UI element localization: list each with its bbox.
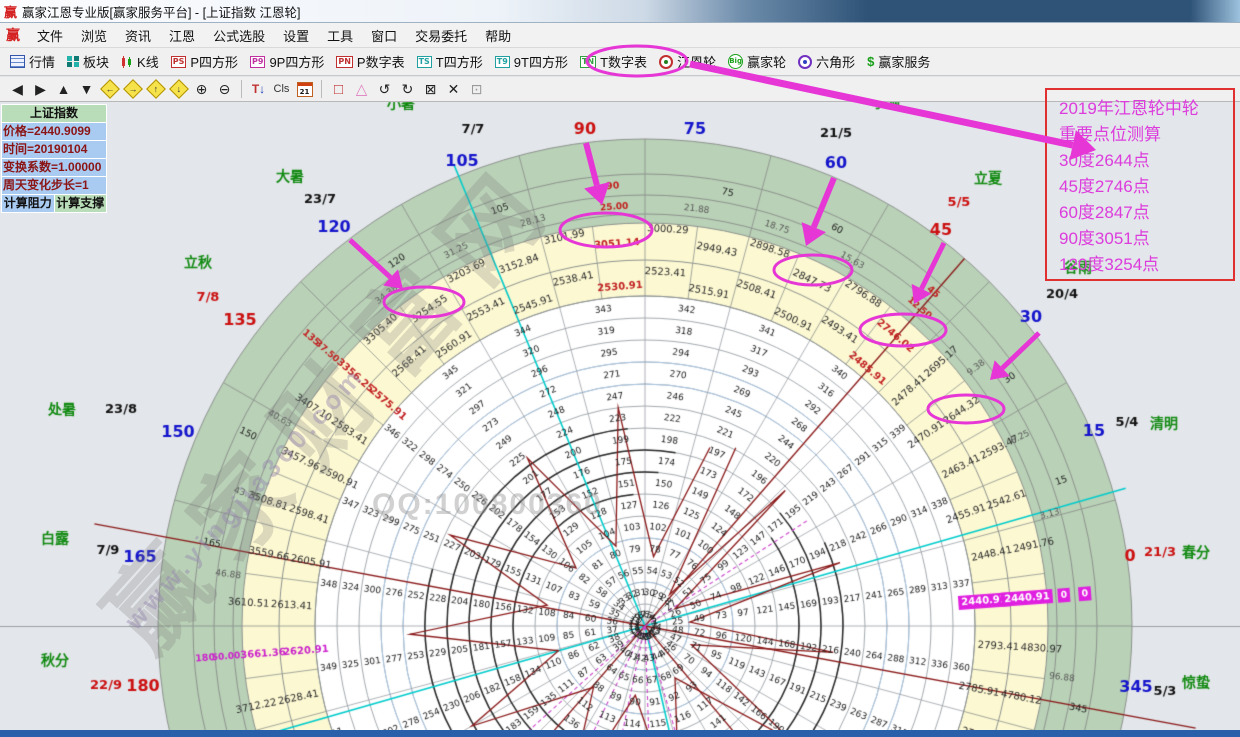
- toolbar-button-label: P数字表: [357, 52, 405, 71]
- toolbar-button-dollar[interactable]: $ 赢家服务: [861, 50, 936, 74]
- menu-item[interactable]: 文件: [28, 26, 72, 45]
- toolbar-button-badge[interactable]: T9 9T四方形: [489, 50, 574, 74]
- toolbar-button-label: 9P四方形: [269, 52, 324, 71]
- app-logo-icon: 赢: [4, 2, 17, 21]
- panel-value-row: 价格=2440.9099: [2, 123, 106, 140]
- annotation-line: 45度2746点: [1059, 174, 1233, 200]
- toolbar-button-gann-wheel-target[interactable]: 江恩轮: [653, 50, 722, 74]
- zoom-out-button[interactable]: ⊖: [213, 79, 236, 99]
- app-window: 赢家财富网 www.yingjia360.com QQ:100800360 赢 …: [0, 0, 1240, 737]
- annotation-line: 重要点位测算: [1059, 122, 1233, 148]
- badge-icon: P9: [250, 56, 265, 68]
- menu-item[interactable]: 江恩: [160, 26, 204, 45]
- toolbar-button-badge[interactable]: P9 9P四方形: [244, 50, 330, 74]
- menu-item[interactable]: 浏览: [72, 26, 116, 45]
- pan-up-button[interactable]: ↑: [144, 79, 167, 99]
- nav-up-button[interactable]: ▲: [52, 79, 75, 99]
- calendar-button[interactable]: 21: [293, 79, 316, 99]
- annotation-line: 2019年江恩轮中轮: [1059, 96, 1233, 122]
- title-bar: 赢 赢家江恩专业版[赢家服务平台] - [上证指数 江恩轮]: [0, 0, 1240, 23]
- sector-blocks-icon: [67, 56, 79, 67]
- panel-value-row: 变换系数=1.00000: [2, 159, 106, 176]
- nav-prev-button[interactable]: ◀: [6, 79, 29, 99]
- toolbar-button-badge[interactable]: TS T四方形: [411, 50, 489, 74]
- menu-logo-icon: 赢: [6, 25, 20, 45]
- calc-support-button[interactable]: 计算支撑: [55, 195, 107, 212]
- winner-wheel-icon: Big: [728, 54, 743, 69]
- menu-item[interactable]: 交易委托: [406, 26, 476, 45]
- toolbar-button-sector-blocks[interactable]: 板块: [61, 50, 115, 74]
- menu-item[interactable]: 公式选股: [204, 26, 274, 45]
- toolbar-button-badge[interactable]: PSP四方形: [165, 50, 244, 74]
- annotation-line: 60度2847点: [1059, 200, 1233, 226]
- badge-icon: T9: [495, 56, 510, 68]
- toolbar-button-label: 板块: [83, 52, 109, 71]
- index-info-panel: 上证指数 价格=2440.9099时间=20190104变换系数=1.00000…: [1, 104, 107, 213]
- annotation-line: 30度2644点: [1059, 148, 1233, 174]
- toolbar-button-kline-candles[interactable]: K线: [115, 50, 165, 74]
- toolbar-button-label: 江恩轮: [677, 52, 716, 71]
- rotate-cw-button[interactable]: ↻: [396, 79, 419, 99]
- toolbar-button-label: P四方形: [190, 52, 238, 71]
- toolbar-button-label: 六角形: [816, 52, 855, 71]
- toolbar-button-label: T四方形: [436, 52, 483, 71]
- main-toolbar: 行情 板块 K线 PSP四方形 P9 9P四方形 PN P数字表 TS T四方形 T9 9T四方形 TN…: [0, 48, 1240, 76]
- badge-icon: TS: [417, 56, 432, 68]
- pan-right-button[interactable]: →: [121, 79, 144, 99]
- toolbar-separator: [321, 80, 322, 98]
- menu-bar: 赢 文件浏览资讯江恩公式选股设置工具窗口交易委托帮助: [0, 23, 1240, 48]
- panel-value-row: 时间=20190104: [2, 141, 106, 158]
- zoom-in-button[interactable]: ⊕: [190, 79, 213, 99]
- toolbar-button-hexagon-target[interactable]: 六角形: [792, 50, 861, 74]
- menu-item[interactable]: 窗口: [362, 26, 406, 45]
- screen-tool-button[interactable]: ⊡: [465, 79, 488, 99]
- toolbar-button-label: T数字表: [600, 52, 647, 71]
- quotes-table-icon: [10, 55, 25, 68]
- pan-down-button[interactable]: ↓: [167, 79, 190, 99]
- toolbar-button-winner-wheel[interactable]: Big 赢家轮: [722, 50, 792, 74]
- dollar-icon: $: [867, 54, 874, 69]
- nav-next-button[interactable]: ▶: [29, 79, 52, 99]
- annotation-line: 90度3051点: [1059, 226, 1233, 252]
- annotation-line: 120度3254点: [1059, 252, 1233, 278]
- panel-title: 上证指数: [2, 105, 106, 122]
- toolbar-button-label: 赢家轮: [747, 52, 786, 71]
- pan-left-button[interactable]: ←: [98, 79, 121, 99]
- badge-icon: PS: [171, 56, 187, 68]
- toolbar-button-quotes-table[interactable]: 行情: [4, 50, 61, 74]
- toolbar-button-badge[interactable]: TN T数字表: [574, 50, 653, 74]
- toolbar-separator: [241, 80, 242, 98]
- gann-wheel-target-icon: [659, 55, 673, 69]
- cls-button[interactable]: Cls: [270, 79, 293, 99]
- annotation-box: 2019年江恩轮中轮重要点位测算30度2644点45度2746点60度2847点…: [1045, 88, 1235, 281]
- nav-down-button[interactable]: ▼: [75, 79, 98, 99]
- toolbar-button-label: 行情: [29, 52, 55, 71]
- time-shift-button[interactable]: T↓: [247, 79, 270, 99]
- calc-resistance-button[interactable]: 计算阻力: [2, 195, 54, 212]
- menu-item[interactable]: 设置: [274, 26, 318, 45]
- hexagon-target-icon: [798, 55, 812, 69]
- center-cross-button[interactable]: ✕: [442, 79, 465, 99]
- menu-item[interactable]: 资讯: [116, 26, 160, 45]
- toolbar-button-label: 赢家服务: [878, 52, 930, 71]
- menu-item[interactable]: 帮助: [476, 26, 520, 45]
- rect-tool-button[interactable]: □: [327, 79, 350, 99]
- window-title: 赢家江恩专业版[赢家服务平台] - [上证指数 江恩轮]: [22, 2, 300, 21]
- rotate-ccw-button[interactable]: ↺: [373, 79, 396, 99]
- select-box-button[interactable]: ⊠: [419, 79, 442, 99]
- toolbar-button-label: K线: [137, 52, 159, 71]
- kline-candles-icon: [121, 55, 133, 68]
- menu-item[interactable]: 工具: [318, 26, 362, 45]
- toolbar-button-label: 9T四方形: [514, 52, 568, 71]
- badge-icon: TN: [580, 56, 596, 68]
- triangle-tool-button[interactable]: △: [350, 79, 373, 99]
- badge-icon: PN: [336, 56, 353, 68]
- toolbar-button-badge[interactable]: PN P数字表: [330, 50, 410, 74]
- panel-value-row: 周天变化步长=1: [2, 177, 106, 194]
- window-bottom-edge: [0, 730, 1240, 737]
